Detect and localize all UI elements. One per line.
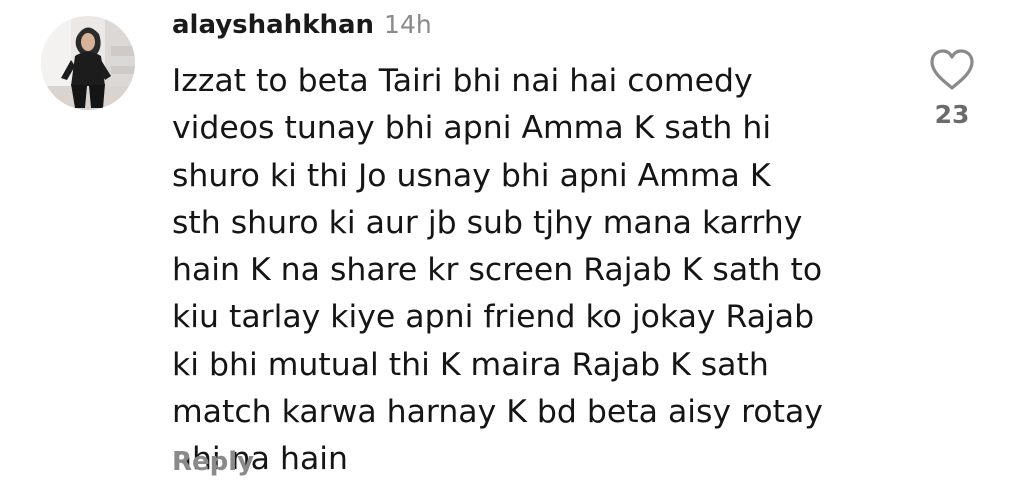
reply-button[interactable]: Reply [172, 447, 254, 477]
profile-avatar-image [41, 16, 135, 110]
comment-line: nhi na hain [172, 441, 348, 478]
comment-line: shuro ki thi Jo usnay bhi apni Amma K [172, 157, 771, 194]
comment-line: kiu tarlay kiye apni friend ko jokay Raj… [172, 299, 815, 336]
timestamp: 14h [384, 10, 432, 39]
comment-line: sth shuro ki aur jb sub tjhy mana karrhy [172, 204, 803, 241]
comment-header: alayshahkhan 14h [172, 10, 432, 46]
comment-line: ki bhi mutual thi K maira Rajab K sath [172, 346, 769, 383]
avatar[interactable] [41, 16, 135, 110]
comment-item: alayshahkhan 14h Izzat to beta Tairi bhi… [0, 0, 1024, 496]
comment-line: videos tunay bhi apni Amma K sath hi [172, 110, 772, 147]
comment-line: match karwa harnay K bd beta aisy rotay [172, 394, 823, 431]
heart-outline-icon [930, 49, 974, 90]
comment-line: Izzat to beta Tairi bhi nai hai comedy [172, 63, 753, 99]
username[interactable]: alayshahkhan [172, 10, 374, 40]
like-count: 23 [934, 100, 970, 129]
like-button[interactable] [928, 48, 976, 92]
comment-line: hain K na share kr screen Rajab K sath t… [172, 252, 823, 289]
comment-text: Izzat to beta Tairi bhi nai hai comedy v… [172, 58, 892, 484]
